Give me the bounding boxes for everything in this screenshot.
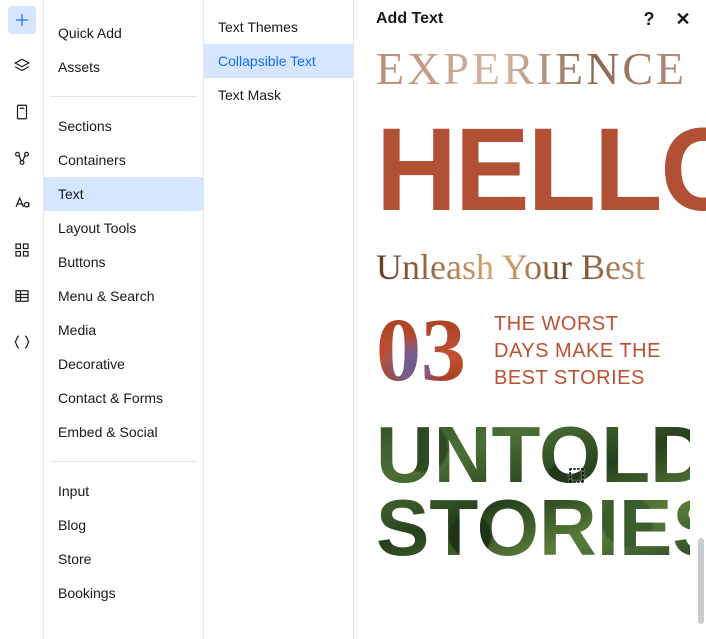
subcategory-item-text-themes[interactable]: Text Themes xyxy=(204,10,353,44)
data-icon[interactable] xyxy=(8,282,36,310)
ordinal-line: DAYS MAKE THE xyxy=(494,340,661,363)
category-item-embed-social[interactable]: Embed & Social xyxy=(44,415,203,449)
scrollbar-thumb[interactable] xyxy=(698,538,704,624)
panel-title: Add Text xyxy=(376,10,628,28)
category-item-menu-search[interactable]: Menu & Search xyxy=(44,279,203,313)
category-item-quick-add[interactable]: Quick Add xyxy=(44,16,203,50)
text-preset-experience[interactable]: EXPERIENCE xyxy=(376,46,690,92)
layers-icon[interactable] xyxy=(8,52,36,80)
panel-header: Add Text ? ✕ xyxy=(354,0,706,38)
ordinal-number: 03 xyxy=(376,315,466,387)
preview-scroll[interactable]: EXPERIENCE HELLO Unleash Your Best 03 TH… xyxy=(354,38,706,639)
category-item-input[interactable]: Input xyxy=(44,474,203,508)
category-divider xyxy=(50,96,197,97)
left-icon-rail xyxy=(0,0,44,639)
category-item-decorative[interactable]: Decorative xyxy=(44,347,203,381)
plus-icon[interactable] xyxy=(8,6,36,34)
category-item-blog[interactable]: Blog xyxy=(44,508,203,542)
page-icon[interactable] xyxy=(8,98,36,126)
preview-panel: Add Text ? ✕ EXPERIENCE HELLO Unleash Yo… xyxy=(354,0,706,639)
untold-line: UNTOLD xyxy=(376,418,690,492)
category-item-media[interactable]: Media xyxy=(44,313,203,347)
help-icon[interactable]: ? xyxy=(636,6,662,32)
category-item-text[interactable]: Text xyxy=(44,177,203,211)
text-preset-hello[interactable]: HELLO xyxy=(376,117,690,223)
category-item-assets[interactable]: Assets xyxy=(44,50,203,84)
code-icon[interactable] xyxy=(8,328,36,356)
ordinal-line: THE WORST xyxy=(494,313,661,336)
close-icon[interactable]: ✕ xyxy=(670,6,696,32)
apps-icon[interactable] xyxy=(8,236,36,264)
text-preset-untold-stories[interactable]: UNTOLD STORIES ⬚ xyxy=(376,418,690,565)
subcategories-column: Text ThemesCollapsible TextText Mask xyxy=(204,0,354,639)
category-divider xyxy=(50,461,197,462)
untold-line: STORIES xyxy=(376,491,690,565)
text-preset-unleash[interactable]: Unleash Your Best xyxy=(376,249,690,285)
category-item-store[interactable]: Store xyxy=(44,542,203,576)
category-item-bookings[interactable]: Bookings xyxy=(44,576,203,610)
category-item-sections[interactable]: Sections xyxy=(44,109,203,143)
category-item-buttons[interactable]: Buttons xyxy=(44,245,203,279)
subcategory-item-collapsible-text[interactable]: Collapsible Text xyxy=(204,44,353,78)
subcategory-item-text-mask[interactable]: Text Mask xyxy=(204,78,353,112)
connections-icon[interactable] xyxy=(8,144,36,172)
ordinal-line: BEST STORIES xyxy=(494,367,661,390)
text-preset-ordinal[interactable]: 03 THE WORST DAYS MAKE THE BEST STORIES xyxy=(376,313,690,390)
typography-icon[interactable] xyxy=(8,190,36,218)
category-item-containers[interactable]: Containers xyxy=(44,143,203,177)
ordinal-lines: THE WORST DAYS MAKE THE BEST STORIES xyxy=(494,313,661,390)
category-item-contact-forms[interactable]: Contact & Forms xyxy=(44,381,203,415)
category-item-layout-tools[interactable]: Layout Tools xyxy=(44,211,203,245)
categories-column: Quick AddAssets SectionsContainersTextLa… xyxy=(44,0,204,639)
